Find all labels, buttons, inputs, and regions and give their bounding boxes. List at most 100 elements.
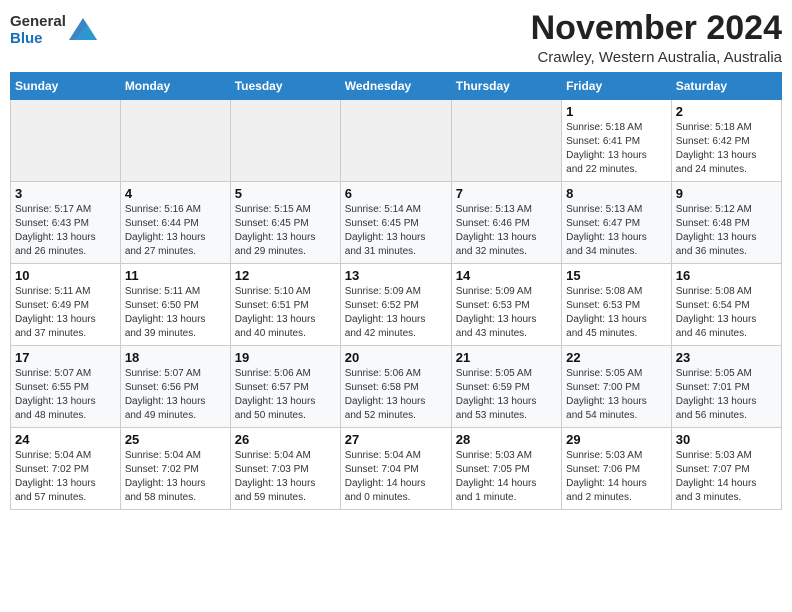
day-detail: Sunrise: 5:09 AM Sunset: 6:52 PM Dayligh… [345, 285, 447, 341]
weekday-header-sunday: Sunday [11, 73, 121, 100]
calendar-cell: 5 Sunrise: 5:15 AM Sunset: 6:45 PM Daylig… [230, 182, 340, 264]
calendar-week-row: 17 Sunrise: 5:07 AM Sunset: 6:55 PM Dayli… [11, 346, 782, 428]
day-number: 8 [566, 186, 667, 201]
day-number: 15 [566, 268, 667, 283]
day-detail: Sunrise: 5:16 AM Sunset: 6:44 PM Dayligh… [125, 203, 226, 259]
day-number: 25 [125, 432, 226, 447]
day-number: 30 [676, 432, 777, 447]
calendar-cell: 14 Sunrise: 5:09 AM Sunset: 6:53 PM Dayli… [451, 264, 561, 346]
calendar-cell: 1Sunrise: 5:18 AM Sunset: 6:41 PM Daylig… [562, 100, 672, 182]
calendar-cell: 6 Sunrise: 5:14 AM Sunset: 6:45 PM Daylig… [340, 182, 451, 264]
day-detail: Sunrise: 5:06 AM Sunset: 6:58 PM Dayligh… [345, 367, 447, 423]
weekday-header-thursday: Thursday [451, 73, 561, 100]
month-title: November 2024 [531, 10, 782, 47]
calendar-cell: 22 Sunrise: 5:05 AM Sunset: 7:00 PM Dayli… [562, 346, 672, 428]
day-detail: Sunrise: 5:07 AM Sunset: 6:55 PM Dayligh… [15, 367, 116, 423]
day-detail: Sunrise: 5:14 AM Sunset: 6:45 PM Dayligh… [345, 203, 447, 259]
calendar-cell [120, 100, 230, 182]
calendar-cell: 27 Sunrise: 5:04 AM Sunset: 7:04 PM Dayli… [340, 428, 451, 510]
calendar-table: SundayMondayTuesdayWednesdayThursdayFrid… [10, 72, 782, 510]
calendar-cell: 24 Sunrise: 5:04 AM Sunset: 7:02 PM Dayli… [11, 428, 121, 510]
calendar-cell: 8 Sunrise: 5:13 AM Sunset: 6:47 PM Daylig… [562, 182, 672, 264]
day-number: 27 [345, 432, 447, 447]
day-number: 5 [235, 186, 336, 201]
calendar-cell: 11 Sunrise: 5:11 AM Sunset: 6:50 PM Dayli… [120, 264, 230, 346]
weekday-header-monday: Monday [120, 73, 230, 100]
calendar-cell: 10Sunrise: 5:11 AM Sunset: 6:49 PM Dayli… [11, 264, 121, 346]
day-detail: Sunrise: 5:04 AM Sunset: 7:02 PM Dayligh… [15, 449, 116, 505]
weekday-header-saturday: Saturday [671, 73, 781, 100]
day-number: 24 [15, 432, 116, 447]
calendar-cell: 15 Sunrise: 5:08 AM Sunset: 6:53 PM Dayli… [562, 264, 672, 346]
calendar-cell [451, 100, 561, 182]
day-number: 17 [15, 350, 116, 365]
day-detail: Sunrise: 5:05 AM Sunset: 6:59 PM Dayligh… [456, 367, 557, 423]
calendar-cell: 3 Sunrise: 5:17 AM Sunset: 6:43 PM Daylig… [11, 182, 121, 264]
day-number: 22 [566, 350, 667, 365]
day-detail: Sunrise: 5:11 AM Sunset: 6:49 PM Dayligh… [15, 285, 116, 341]
day-number: 14 [456, 268, 557, 283]
calendar-cell: 13Sunrise: 5:09 AM Sunset: 6:52 PM Dayli… [340, 264, 451, 346]
day-detail: Sunrise: 5:10 AM Sunset: 6:51 PM Dayligh… [235, 285, 336, 341]
calendar-cell [230, 100, 340, 182]
weekday-header-friday: Friday [562, 73, 672, 100]
day-number: 9 [676, 186, 777, 201]
calendar-cell: 16 Sunrise: 5:08 AM Sunset: 6:54 PM Dayli… [671, 264, 781, 346]
calendar-cell: 17 Sunrise: 5:07 AM Sunset: 6:55 PM Dayli… [11, 346, 121, 428]
day-detail: Sunrise: 5:08 AM Sunset: 6:54 PM Dayligh… [676, 285, 777, 341]
calendar-cell: 23Sunrise: 5:05 AM Sunset: 7:01 PM Dayli… [671, 346, 781, 428]
day-number: 6 [345, 186, 447, 201]
day-number: 19 [235, 350, 336, 365]
day-detail: Sunrise: 5:03 AM Sunset: 7:05 PM Dayligh… [456, 449, 557, 505]
day-detail: Sunrise: 5:03 AM Sunset: 7:06 PM Dayligh… [566, 449, 667, 505]
calendar-week-row: 3 Sunrise: 5:17 AM Sunset: 6:43 PM Daylig… [11, 182, 782, 264]
day-detail: Sunrise: 5:08 AM Sunset: 6:53 PM Dayligh… [566, 285, 667, 341]
day-number: 29 [566, 432, 667, 447]
logo-blue: Blue [10, 30, 43, 47]
location-subtitle: Crawley, Western Australia, Australia [531, 49, 782, 66]
day-detail: Sunrise: 5:07 AM Sunset: 6:56 PM Dayligh… [125, 367, 226, 423]
day-detail: Sunrise: 5:04 AM Sunset: 7:04 PM Dayligh… [345, 449, 447, 505]
day-detail: Sunrise: 5:04 AM Sunset: 7:02 PM Dayligh… [125, 449, 226, 505]
day-detail: Sunrise: 5:17 AM Sunset: 6:43 PM Dayligh… [15, 203, 116, 259]
day-number: 7 [456, 186, 557, 201]
calendar-cell: 2 Sunrise: 5:18 AM Sunset: 6:42 PM Daylig… [671, 100, 781, 182]
day-detail: Sunrise: 5:18 AM Sunset: 6:42 PM Dayligh… [676, 121, 777, 177]
page-header: General Blue November 2024 Crawley, West… [10, 10, 782, 66]
day-detail: Sunrise: 5:03 AM Sunset: 7:07 PM Dayligh… [676, 449, 777, 505]
day-number: 20 [345, 350, 447, 365]
day-number: 12 [235, 268, 336, 283]
calendar-week-row: 1Sunrise: 5:18 AM Sunset: 6:41 PM Daylig… [11, 100, 782, 182]
day-detail: Sunrise: 5:05 AM Sunset: 7:00 PM Dayligh… [566, 367, 667, 423]
day-number: 11 [125, 268, 226, 283]
weekday-header-wednesday: Wednesday [340, 73, 451, 100]
calendar-week-row: 24 Sunrise: 5:04 AM Sunset: 7:02 PM Dayli… [11, 428, 782, 510]
day-detail: Sunrise: 5:09 AM Sunset: 6:53 PM Dayligh… [456, 285, 557, 341]
calendar-cell: 9Sunrise: 5:12 AM Sunset: 6:48 PM Daylig… [671, 182, 781, 264]
calendar-cell: 20 Sunrise: 5:06 AM Sunset: 6:58 PM Dayli… [340, 346, 451, 428]
day-number: 2 [676, 104, 777, 119]
day-number: 28 [456, 432, 557, 447]
day-number: 26 [235, 432, 336, 447]
calendar-cell: 21 Sunrise: 5:05 AM Sunset: 6:59 PM Dayli… [451, 346, 561, 428]
calendar-cell: 19Sunrise: 5:06 AM Sunset: 6:57 PM Dayli… [230, 346, 340, 428]
day-detail: Sunrise: 5:15 AM Sunset: 6:45 PM Dayligh… [235, 203, 336, 259]
logo-general: General [10, 13, 66, 30]
calendar-week-row: 10Sunrise: 5:11 AM Sunset: 6:49 PM Dayli… [11, 264, 782, 346]
calendar-cell: 30 Sunrise: 5:03 AM Sunset: 7:07 PM Dayli… [671, 428, 781, 510]
day-number: 23 [676, 350, 777, 365]
day-detail: Sunrise: 5:13 AM Sunset: 6:47 PM Dayligh… [566, 203, 667, 259]
day-number: 16 [676, 268, 777, 283]
calendar-cell: 29 Sunrise: 5:03 AM Sunset: 7:06 PM Dayli… [562, 428, 672, 510]
calendar-cell [340, 100, 451, 182]
calendar-cell: 12 Sunrise: 5:10 AM Sunset: 6:51 PM Dayli… [230, 264, 340, 346]
calendar-cell [11, 100, 121, 182]
day-detail: Sunrise: 5:04 AM Sunset: 7:03 PM Dayligh… [235, 449, 336, 505]
calendar-cell: 18Sunrise: 5:07 AM Sunset: 6:56 PM Dayli… [120, 346, 230, 428]
day-number: 21 [456, 350, 557, 365]
day-detail: Sunrise: 5:11 AM Sunset: 6:50 PM Dayligh… [125, 285, 226, 341]
day-number: 3 [15, 186, 116, 201]
calendar-cell: 7Sunrise: 5:13 AM Sunset: 6:46 PM Daylig… [451, 182, 561, 264]
logo: General Blue [10, 14, 97, 47]
day-number: 4 [125, 186, 226, 201]
